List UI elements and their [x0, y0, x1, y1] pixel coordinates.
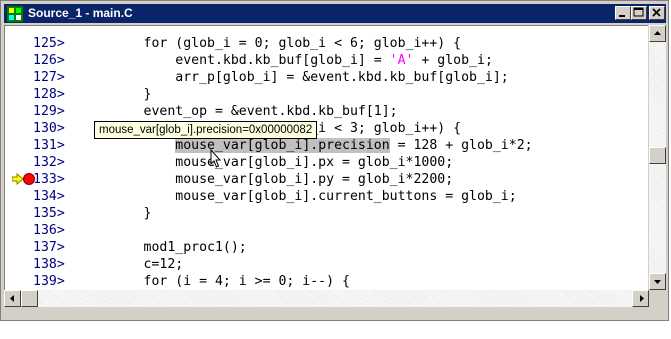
line-number: 125>	[33, 36, 65, 51]
code-segment: event.kbd.kb_buf[glob_i] =	[80, 53, 390, 68]
line-number: 127>	[33, 70, 65, 85]
hovered-expression[interactable]: mouse_var[glob_i].precision	[175, 138, 390, 153]
code-line[interactable]: 129> event_op = &event.kbd.kb_buf[1];	[5, 103, 648, 120]
code-segment: arr_p[glob_i] = &event.kbd.kb_buf[glob_i…	[80, 70, 509, 85]
code-line[interactable]: 126> event.kbd.kb_buf[glob_i] = 'A' + gl…	[5, 52, 648, 69]
code-segment: mouse_var[glob_i].px = glob_i*1000;	[80, 155, 454, 170]
arrow-right-icon	[640, 295, 644, 302]
code-text: mouse_var[glob_i].current_buttons = glob…	[80, 188, 517, 205]
code-segment: mouse_var[glob_i].current_buttons = glob…	[80, 189, 517, 204]
code-line[interactable]: 132> mouse_var[glob_i].px = glob_i*1000;	[5, 154, 648, 171]
title-bar[interactable]: Source_1 - main.C	[4, 4, 666, 23]
code-text: }	[80, 205, 152, 222]
line-number: 133>	[33, 172, 65, 187]
source-window: Source_1 - main.C 125> for (glob_i = 0; …	[0, 0, 669, 321]
code-segment: }	[80, 206, 152, 221]
code-text: for (glob_i = 0; glob_i < 6; glob_i++) {	[80, 35, 462, 52]
scroll-right-button[interactable]	[632, 290, 649, 307]
scroll-left-button[interactable]	[4, 290, 21, 307]
close-button[interactable]	[649, 6, 665, 20]
maximize-button[interactable]	[631, 6, 647, 20]
code-text: event_op = &event.kbd.kb_buf[1];	[80, 103, 398, 120]
code-text: mouse_var[glob_i].px = glob_i*1000;	[80, 154, 453, 171]
code-line[interactable]: 131> mouse_var[glob_i].precision = 128 +…	[5, 137, 648, 154]
code-line[interactable]: 127> arr_p[glob_i] = &event.kbd.kb_buf[g…	[5, 69, 648, 86]
scroll-up-button[interactable]	[649, 25, 666, 42]
horizontal-scrollbar[interactable]	[4, 290, 649, 307]
arrow-left-icon	[10, 295, 14, 302]
size-grip[interactable]	[649, 290, 666, 307]
code-segment: mod1_proc1();	[80, 240, 247, 255]
code-line[interactable]: 137> mod1_proc1();	[5, 239, 648, 256]
code-text: }	[80, 86, 152, 103]
vertical-scrollbar[interactable]	[649, 25, 666, 290]
code-line[interactable]: 136>	[5, 222, 648, 239]
code-segment: for (glob_i = 0; glob_i < 6; glob_i++) {	[80, 36, 462, 51]
mouse-cursor-icon	[210, 149, 222, 168]
code-line[interactable]: 134> mouse_var[glob_i].current_buttons =…	[5, 188, 648, 205]
string-literal: 'A'	[389, 53, 414, 68]
source-window-icon	[7, 6, 23, 22]
code-text: mouse_var[glob_i].precision = 128 + glob…	[80, 137, 533, 154]
code-text: arr_p[glob_i] = &event.kbd.kb_buf[glob_i…	[80, 69, 509, 86]
code-line[interactable]: 135> }	[5, 205, 648, 222]
code-line[interactable]: 139> for (i = 4; i >= 0; i--) {	[5, 273, 648, 290]
line-number: 135>	[33, 206, 65, 221]
code-line[interactable]: 138> c=12;	[5, 256, 648, 273]
code-segment: event_op = &event.kbd.kb_buf[1];	[80, 104, 398, 119]
arrow-up-icon	[654, 31, 661, 35]
line-number: 132>	[33, 155, 65, 170]
code-line[interactable]: 128> }	[5, 86, 648, 103]
line-number: 128>	[33, 87, 65, 102]
minimize-icon	[619, 15, 625, 17]
line-number: 129>	[33, 104, 65, 119]
arrow-down-icon	[654, 280, 661, 284]
code-text: for (i = 4; i >= 0; i--) {	[80, 273, 350, 290]
code-segment: for (i = 4; i >= 0; i--) {	[80, 274, 350, 289]
code-line[interactable]: 133> mouse_var[glob_i].py = glob_i*2200;	[5, 171, 648, 188]
code-line[interactable]: 125> for (glob_i = 0; glob_i < 6; glob_i…	[5, 35, 648, 52]
horizontal-scroll-thumb[interactable]	[21, 290, 38, 307]
code-segment: = 128 + glob_i*2;	[389, 138, 533, 153]
code-segment: + glob_i;	[413, 53, 493, 68]
code-text: mouse_var[glob_i].py = glob_i*2200;	[80, 171, 453, 188]
variable-tooltip: mouse_var[glob_i].precision=0x00000082	[94, 121, 318, 139]
minimize-button[interactable]	[615, 6, 631, 20]
code-text: event.kbd.kb_buf[glob_i] = 'A' + glob_i;	[80, 52, 493, 69]
code-segment: mouse_var[glob_i].py = glob_i*2200;	[80, 172, 454, 187]
code-text: c=12;	[80, 256, 184, 273]
window-title: Source_1 - main.C	[28, 6, 133, 20]
code-segment: c=12;	[80, 257, 184, 272]
line-number: 136>	[33, 223, 65, 238]
line-number: 126>	[33, 53, 65, 68]
vertical-scroll-thumb[interactable]	[649, 147, 666, 164]
line-number: 139>	[33, 274, 65, 289]
line-number: 131>	[33, 138, 65, 153]
code-segment: }	[80, 87, 152, 102]
close-icon	[652, 8, 661, 17]
scroll-down-button[interactable]	[649, 273, 666, 290]
line-number: 134>	[33, 189, 65, 204]
code-editor[interactable]: 125> for (glob_i = 0; glob_i < 6; glob_i…	[4, 25, 648, 290]
line-number: 130>	[33, 121, 65, 136]
line-number: 138>	[33, 257, 65, 272]
maximize-icon	[633, 7, 644, 17]
code-text: mod1_proc1();	[80, 239, 247, 256]
line-number: 137>	[33, 240, 65, 255]
